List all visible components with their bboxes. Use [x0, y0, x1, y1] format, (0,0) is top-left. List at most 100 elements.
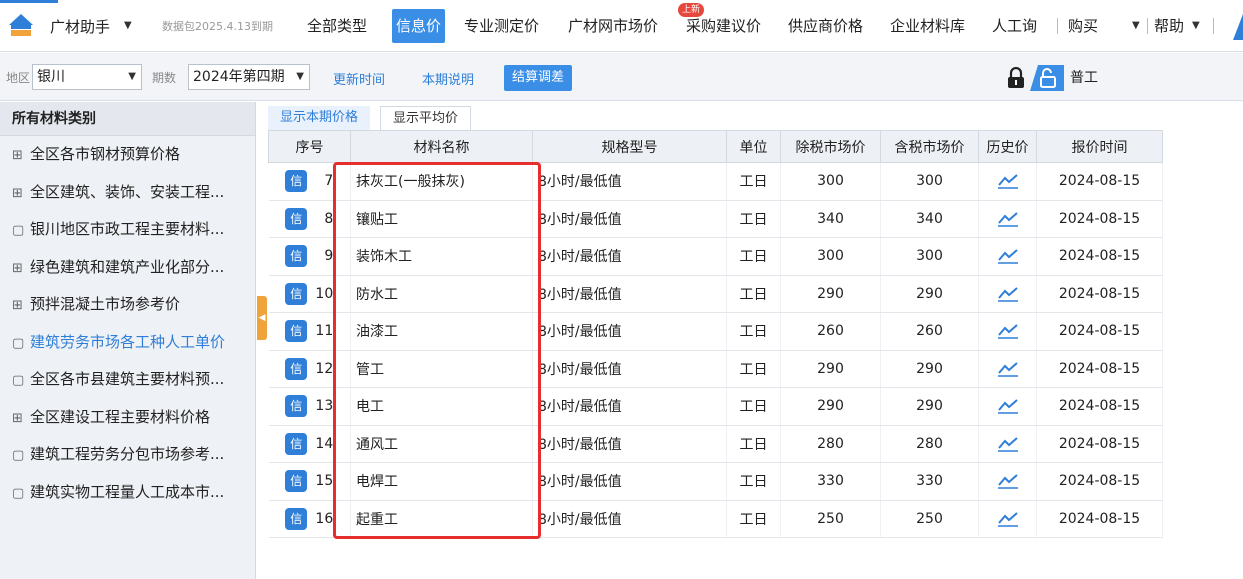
col-header-unit[interactable]: 单位 — [726, 130, 781, 163]
trend-chart-icon[interactable] — [997, 511, 1019, 527]
expand-icon[interactable]: ⊞ — [12, 400, 30, 437]
region-select[interactable]: 银川 ▼ — [32, 64, 142, 90]
update-time-link[interactable]: 更新时间 — [333, 69, 385, 88]
tree-item[interactable]: ⊞ 全区建筑、装饰、安装工程... — [0, 174, 255, 212]
buy-chevron-down-icon[interactable]: ▼ — [1132, 20, 1140, 31]
nav-divider — [1213, 18, 1214, 34]
settlement-button[interactable]: 结算调差 — [504, 65, 573, 91]
tree-item[interactable]: ▢ 全区各市县建筑主要材料预... — [0, 361, 255, 399]
material-name[interactable]: 镶贴工 — [350, 200, 533, 238]
col-header-ex-tax-price[interactable]: 除税市场价 — [780, 130, 881, 163]
ex-tax-price: 340 — [780, 200, 881, 238]
material-name[interactable]: 电工 — [350, 387, 533, 426]
col-header-seq[interactable]: 序号 — [268, 130, 351, 163]
unlock-icon[interactable] — [1030, 65, 1064, 91]
trend-chart-icon[interactable] — [997, 173, 1019, 189]
nav-purchase-suggestion[interactable]: 采购建议价 — [682, 9, 765, 43]
leaf-icon: ▢ — [12, 485, 25, 501]
tree-item[interactable]: ▢ 银川地区市政工程主要材料... — [0, 211, 255, 249]
sidebar-collapse-handle[interactable]: ◀ — [257, 296, 267, 340]
trend-chart-icon[interactable] — [997, 248, 1019, 264]
table-row[interactable]: 信 13 电工 8小时/最低值 工日 290 290 2024-08-15 — [268, 387, 1163, 426]
nav-market-price[interactable]: 广材网市场价 — [564, 9, 662, 43]
leaf-icon: ▢ — [12, 223, 25, 238]
top-nav: 广材助手 ▼ 数据包2025.4.13到期 全部类型 信息价 专业测定价 广材网… — [0, 0, 1243, 52]
seq-cell: 信 13 — [268, 387, 351, 426]
tree-item[interactable]: ⊞ 全区建设工程主要材料价格 — [0, 399, 255, 437]
period-note-link[interactable]: 本期说明 — [422, 69, 474, 88]
material-name[interactable]: 油漆工 — [350, 312, 533, 351]
quote-date: 2024-08-15 — [1036, 500, 1163, 538]
quote-date: 2024-08-15 — [1036, 425, 1163, 463]
spec-model: 8小时/最低值 — [532, 500, 727, 538]
col-header-quote-date[interactable]: 报价时间 — [1036, 130, 1163, 163]
history-cell — [978, 275, 1037, 313]
col-header-inc-tax-price[interactable]: 含税市场价 — [880, 130, 979, 163]
trend-chart-icon[interactable] — [997, 361, 1019, 377]
material-name[interactable]: 通风工 — [350, 425, 533, 463]
category-sidebar: 所有材料类别 ⊞ 全区各市钢材预算价格 ⊞ 全区建筑、装饰、安装工程... ▢ 银川地… — [0, 102, 256, 579]
app-menu-chevron-icon[interactable]: ▼ — [124, 20, 132, 31]
table-row[interactable]: 信 11 油漆工 8小时/最低值 工日 260 260 2024-08-15 — [268, 312, 1163, 351]
trend-chart-icon[interactable] — [997, 436, 1019, 452]
expand-icon[interactable]: ⊞ — [12, 287, 30, 324]
material-name[interactable]: 抹灰工(一般抹灰) — [350, 162, 533, 201]
app-title[interactable]: 广材助手 — [50, 16, 110, 37]
quote-date: 2024-08-15 — [1036, 162, 1163, 201]
trend-chart-icon[interactable] — [997, 323, 1019, 339]
table-row[interactable]: 信 10 防水工 8小时/最低值 工日 290 290 2024-08-15 — [268, 275, 1163, 313]
trend-chart-icon[interactable] — [997, 211, 1019, 227]
tree-item[interactable]: ▢ 建筑实物工程量人工成本市... — [0, 474, 255, 512]
table-header-row: 序号 材料名称 规格型号 单位 除税市场价 含税市场价 历史价 报价时间 — [268, 130, 1163, 163]
info-price-badge: 信 — [285, 395, 308, 418]
material-name[interactable]: 起重工 — [350, 500, 533, 538]
labor-search-input[interactable]: 普工 — [1064, 65, 1234, 91]
nav-buy[interactable]: 购买 — [1064, 9, 1102, 43]
seq-number: 15 — [315, 473, 334, 490]
tree-item-selected[interactable]: ▢ 建筑劳务市场各工种人工单价 — [0, 324, 255, 362]
inc-tax-price: 300 — [880, 237, 979, 276]
help-chevron-down-icon[interactable]: ▼ — [1192, 20, 1200, 31]
tree-item[interactable]: ▢ 建筑工程劳务分包市场参考... — [0, 436, 255, 474]
material-name[interactable]: 管工 — [350, 350, 533, 388]
table-row[interactable]: 信 16 起重工 8小时/最低值 工日 250 250 2024-08-15 — [268, 500, 1163, 538]
history-cell — [978, 200, 1037, 238]
trend-chart-icon[interactable] — [997, 286, 1019, 302]
col-header-spec[interactable]: 规格型号 — [532, 130, 727, 163]
col-header-history[interactable]: 历史价 — [978, 130, 1037, 163]
seq-number: 11 — [315, 323, 334, 340]
table-row[interactable]: 信 14 通风工 8小时/最低值 工日 280 280 2024-08-15 — [268, 425, 1163, 463]
nav-all-types[interactable]: 全部类型 — [303, 9, 371, 43]
tree-item-label: 全区建筑、装饰、安装工程... — [30, 182, 225, 201]
material-name[interactable]: 电焊工 — [350, 462, 533, 501]
col-header-name[interactable]: 材料名称 — [350, 130, 533, 163]
period-select[interactable]: 2024年第四期 ▼ — [188, 64, 310, 90]
lock-icon[interactable] — [1006, 67, 1026, 89]
nav-professional-price[interactable]: 专业测定价 — [460, 9, 543, 43]
trend-chart-icon[interactable] — [997, 398, 1019, 414]
nav-enterprise-library[interactable]: 企业材料库 — [886, 9, 969, 43]
table-row[interactable]: 信 12 管工 8小时/最低值 工日 290 290 2024-08-15 — [268, 350, 1163, 388]
trend-chart-icon[interactable] — [997, 473, 1019, 489]
tree-item[interactable]: ⊞ 全区各市钢材预算价格 — [0, 136, 255, 174]
material-name[interactable]: 装饰木工 — [350, 237, 533, 276]
tab-average-price[interactable]: 显示平均价 — [380, 106, 472, 130]
tab-current-price[interactable]: 显示本期价格 — [268, 106, 371, 130]
unit: 工日 — [726, 425, 781, 463]
expand-icon[interactable]: ⊞ — [12, 250, 30, 287]
table-row[interactable]: 信 8 镶贴工 8小时/最低值 工日 340 340 2024-08-15 — [268, 200, 1163, 238]
table-row[interactable]: 信 9 装饰木工 8小时/最低值 工日 300 300 2024-08-15 — [268, 237, 1163, 276]
nav-info-price[interactable]: 信息价 — [392, 9, 446, 43]
tree-item[interactable]: ⊞ 预拌混凝土市场参考价 — [0, 286, 255, 324]
nav-labor-inquiry[interactable]: 人工询 — [988, 9, 1050, 43]
nav-supplier-price[interactable]: 供应商价格 — [784, 9, 867, 43]
expand-icon[interactable]: ⊞ — [12, 175, 30, 212]
price-table: 序号 材料名称 规格型号 单位 除税市场价 含税市场价 历史价 报价时间 信7抹… — [268, 130, 1243, 579]
material-name[interactable]: 防水工 — [350, 275, 533, 313]
nav-help[interactable]: 帮助 — [1150, 9, 1188, 43]
table-row[interactable]: 信 7 抹灰工(一般抹灰) 8小时/最低值 工日 300 300 2024-08-15 — [268, 162, 1163, 201]
table-row[interactable]: 信 15 电焊工 8小时/最低值 工日 330 330 2024-08-15 — [268, 462, 1163, 501]
expand-icon[interactable]: ⊞ — [12, 137, 30, 174]
tree-item[interactable]: ⊞ 绿色建筑和建筑产业化部分... — [0, 249, 255, 287]
tree-item-label: 全区建设工程主要材料价格 — [30, 407, 211, 426]
